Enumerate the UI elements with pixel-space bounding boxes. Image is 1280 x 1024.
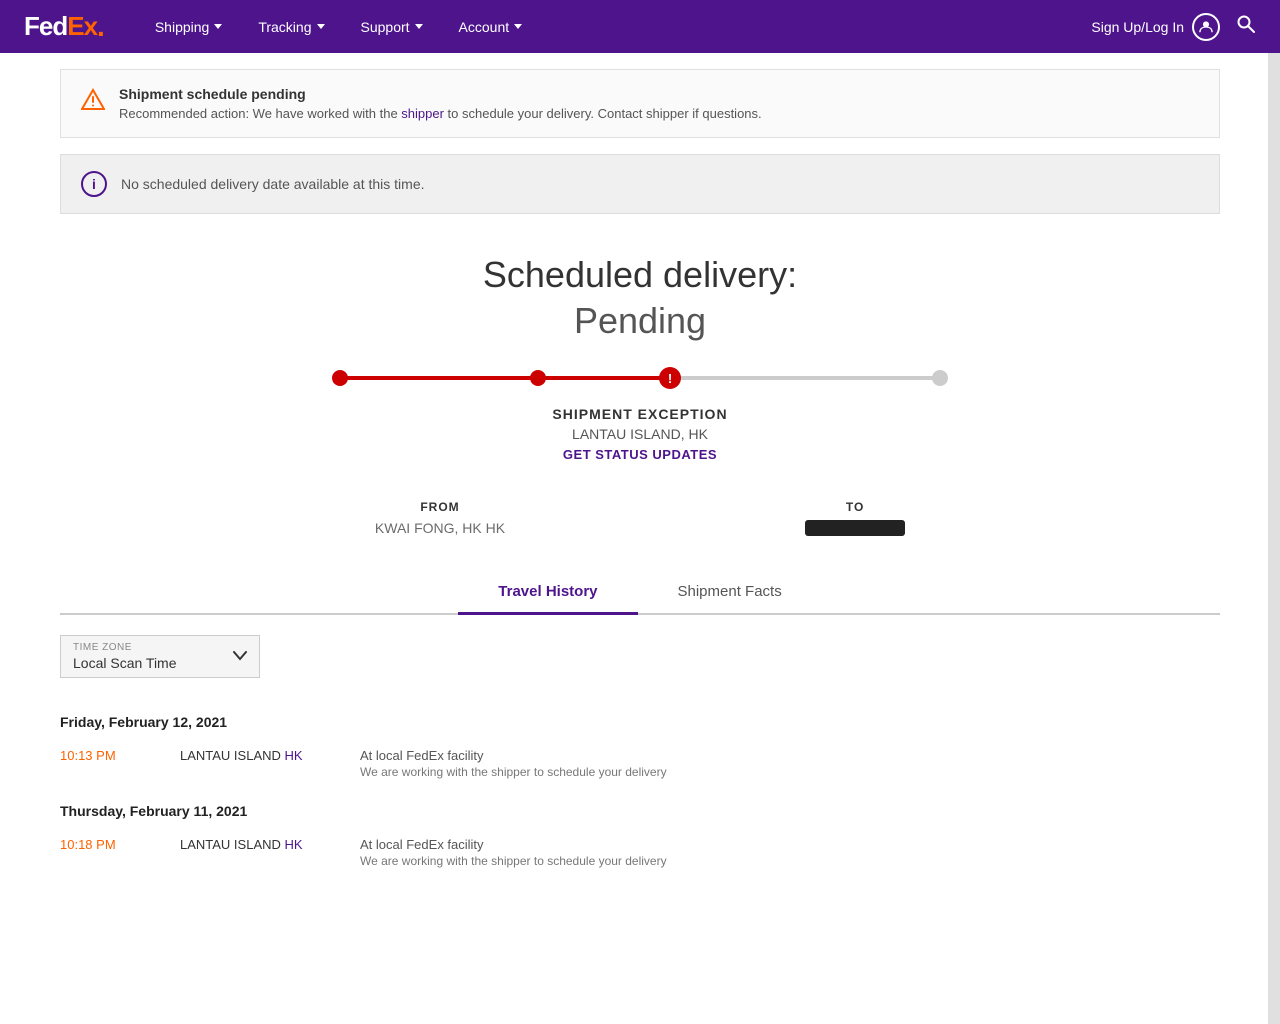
history-row-1: 10:13 PM LANTAU ISLAND HK At local FedEx… (60, 740, 1220, 787)
date-header-1: Friday, February 12, 2021 (60, 698, 1220, 740)
history-desc-block-2: At local FedEx facility We are working w… (360, 837, 667, 868)
from-block: FROM KWAI FONG, HK HK (375, 500, 505, 541)
history-desc-sub-2: We are working with the shipper to sched… (360, 854, 667, 868)
delivery-status: Pending (60, 300, 1220, 342)
history-city-1: LANTAU ISLAND (180, 748, 281, 763)
history-desc-2: At local FedEx facility (360, 837, 667, 852)
alert-text: Recommended action: We have worked with … (119, 106, 762, 121)
from-to-section: FROM KWAI FONG, HK HK TO (60, 480, 1220, 551)
nav-label-tracking: Tracking (258, 19, 311, 35)
history-time-2: 10:18 PM (60, 837, 160, 852)
date-header-2: Thursday, February 11, 2021 (60, 787, 1220, 829)
info-text: No scheduled delivery date available at … (121, 176, 425, 192)
nav-item-tracking[interactable]: Tracking (240, 0, 342, 53)
from-label: FROM (375, 500, 505, 514)
header-right: Sign Up/Log In (1091, 13, 1256, 41)
nav-item-shipping[interactable]: Shipping (137, 0, 241, 53)
progress-track: ! (340, 376, 940, 380)
delivery-title: Scheduled delivery: (60, 254, 1220, 296)
tab-shipment-facts[interactable]: Shipment Facts (638, 571, 822, 615)
history-desc-block-1: At local FedEx facility We are working w… (360, 748, 667, 779)
user-icon (1192, 13, 1220, 41)
history-location-1: LANTAU ISLAND HK (180, 748, 340, 763)
sign-in-button[interactable]: Sign Up/Log In (1091, 13, 1220, 41)
logo-dot: . (97, 11, 105, 43)
from-value: KWAI FONG, HK HK (375, 520, 505, 536)
history-desc-1: At local FedEx facility (360, 748, 667, 763)
chevron-down-icon-tracking (317, 24, 325, 29)
history-country-2: HK (281, 837, 303, 852)
chevron-down-icon-shipping (214, 24, 222, 29)
info-banner: i No scheduled delivery date available a… (60, 154, 1220, 214)
nav-label-account: Account (459, 19, 510, 35)
nav-item-support[interactable]: Support (343, 0, 441, 53)
history-country-1: HK (281, 748, 303, 763)
progress-dot-middle (530, 370, 546, 386)
progress-dot-exception: ! (659, 367, 681, 389)
to-value-redacted (805, 520, 905, 536)
to-label: TO (805, 500, 905, 514)
logo-ex: Ex (67, 11, 97, 42)
history-desc-sub-1: We are working with the shipper to sched… (360, 765, 667, 779)
history-city-2: LANTAU ISLAND (180, 837, 281, 852)
nav-label-shipping: Shipping (155, 19, 210, 35)
logo: FedEx. (24, 11, 105, 43)
main-content: Shipment schedule pending Recommended ac… (40, 69, 1240, 876)
nav-label-support: Support (361, 19, 410, 35)
timezone-label: TIME ZONE (73, 642, 247, 653)
timezone-selector[interactable]: TIME ZONE Local Scan Time (60, 635, 260, 678)
timezone-value: Local Scan Time (73, 655, 247, 671)
search-icon[interactable] (1236, 14, 1256, 39)
info-icon: i (81, 171, 107, 197)
alert-banner: Shipment schedule pending Recommended ac… (60, 69, 1220, 138)
chevron-down-icon-support (415, 24, 423, 29)
timezone-wrapper: TIME ZONE Local Scan Time (60, 635, 1220, 678)
alert-title: Shipment schedule pending (119, 86, 762, 102)
shipment-info: SHIPMENT EXCEPTION LANTAU ISLAND, HK GET… (60, 390, 1220, 480)
tab-bar: Travel History Shipment Facts (60, 571, 1220, 615)
chevron-down-icon-timezone (233, 648, 247, 666)
alert-link: shipper (401, 106, 444, 121)
travel-history-section: Friday, February 12, 2021 10:13 PM LANTA… (60, 698, 1220, 876)
to-block: TO (805, 500, 905, 541)
history-location-2: LANTAU ISLAND HK (180, 837, 340, 852)
progress-dot-end (932, 370, 948, 386)
history-time-1: 10:13 PM (60, 748, 160, 763)
progress-dot-start (332, 370, 348, 386)
main-nav: Shipping Tracking Support Account (137, 0, 1092, 53)
scrollbar-track[interactable] (1268, 0, 1280, 1024)
alert-content: Shipment schedule pending Recommended ac… (119, 86, 762, 121)
delivery-section: Scheduled delivery: Pending (60, 224, 1220, 352)
shipment-exception-label: SHIPMENT EXCEPTION (60, 406, 1220, 422)
header: FedEx. Shipping Tracking Support Account… (0, 0, 1280, 53)
shipment-location: LANTAU ISLAND, HK (60, 426, 1220, 442)
warning-icon (81, 88, 105, 118)
history-row-2: 10:18 PM LANTAU ISLAND HK At local FedEx… (60, 829, 1220, 876)
progress-bar-container: ! (60, 352, 1220, 390)
nav-item-account[interactable]: Account (441, 0, 541, 53)
tab-travel-history[interactable]: Travel History (458, 571, 637, 615)
logo-fed: Fed (24, 11, 67, 42)
sign-in-label: Sign Up/Log In (1091, 19, 1184, 35)
status-updates-link[interactable]: GET STATUS UPDATES (563, 447, 717, 462)
progress-fill (340, 376, 670, 380)
chevron-down-icon-account (514, 24, 522, 29)
